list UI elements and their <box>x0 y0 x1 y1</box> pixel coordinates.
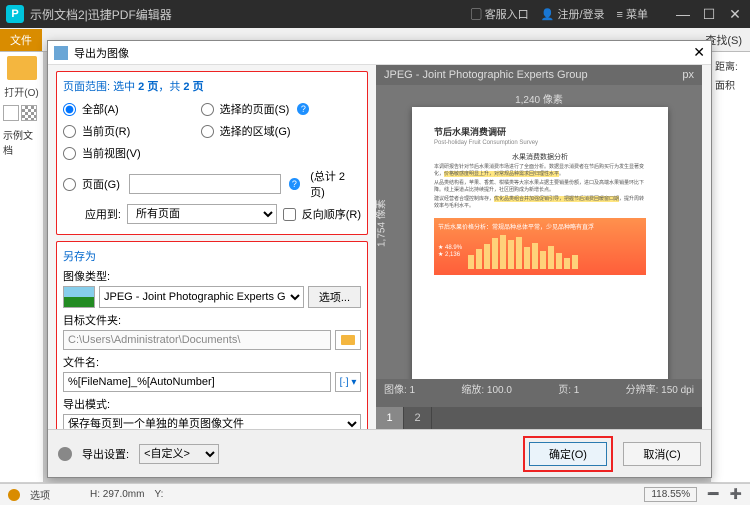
image-type-thumb-icon <box>63 286 95 308</box>
zoom-display[interactable]: 118.55% <box>644 487 697 502</box>
preview-paragraph: 从品类结构看，苹果、香蕉、柑橘类等大宗水果占据主要销量份额，进口及高端水果销量环… <box>434 180 646 194</box>
preview-bar-chart <box>468 233 578 269</box>
range-view-label: 当前视图(V) <box>82 145 141 161</box>
filename-input[interactable] <box>63 372 331 392</box>
range-pages-radio[interactable] <box>63 178 76 191</box>
status-y: Y: <box>154 489 163 500</box>
image-type-label: 图像类型: <box>63 268 361 284</box>
range-current-label: 当前页(R) <box>82 123 130 139</box>
range-all-radio[interactable] <box>63 103 76 116</box>
document-tab-label[interactable]: 示例文档 <box>3 127 40 157</box>
preview-image-index: 图像: 1 <box>384 381 415 405</box>
zoom-in-icon[interactable]: ➕ <box>730 489 742 500</box>
preview-zoom-level: 缩放: 100.0 <box>461 381 512 405</box>
ok-button[interactable]: 确定(O) <box>529 442 607 466</box>
minimize-button[interactable]: — <box>674 6 692 23</box>
filename-label: 文件名: <box>63 354 361 370</box>
preview-paragraph: 建议经营者合理控制库存，优化品类组合并加强促销引导，把握节后消费回暖窗口期，提升… <box>434 196 646 210</box>
target-folder-label: 目标文件夹: <box>63 312 361 328</box>
preview-doc-title: 节后水果消费调研 <box>434 125 646 138</box>
app-title: 示例文档2|迅捷PDF编辑器 <box>30 6 471 23</box>
apply-to-label: 应用到: <box>63 206 121 222</box>
page-range-group: 页面范围: 选中 2 页，共 2 页 全部(A) 当前页(R) 当前视图(V) … <box>56 71 368 235</box>
preview-height-label: 1,754 像素 <box>373 199 388 247</box>
preview-banner: 节后水果价格分析：常规品种总体平常，少见品种略有直浮 ★ 48.9% ★ 2,1… <box>434 218 646 275</box>
maximize-button[interactable]: ☐ <box>700 6 718 23</box>
zoom-out-icon[interactable]: ➖ <box>707 489 719 500</box>
customer-service-link[interactable]: ▢ 客服入口 <box>471 6 529 22</box>
range-current-radio[interactable] <box>63 125 76 138</box>
tool-icon-1[interactable] <box>3 105 19 121</box>
close-window-button[interactable]: ✕ <box>726 6 744 23</box>
preview-resolution: 分辨率: 150 dpi <box>626 381 694 405</box>
folder-icon <box>341 335 355 345</box>
export-mode-select[interactable]: 保存每页到一个单独的单页图像文件 <box>63 414 361 429</box>
preview-section-heading: 水果消费数据分析 <box>434 152 646 162</box>
menu-link[interactable]: ≡ 菜单 <box>617 6 648 22</box>
area-label: 面积 <box>711 75 750 94</box>
login-link[interactable]: 👤 注册/登录 <box>541 6 605 22</box>
dialog-title: 导出为图像 <box>74 45 693 61</box>
image-type-select[interactable]: JPEG - Joint Photographic Experts G <box>99 286 304 308</box>
filename-macro-button[interactable]: [·] ▾ <box>335 372 361 392</box>
preview-panel: JPEG - Joint Photographic Experts Group … <box>376 65 702 429</box>
preview-tab-1[interactable]: 1 <box>376 407 404 429</box>
app-logo: P <box>6 5 24 23</box>
page-range-heading: 页面范围: 选中 2 页，共 2 页 <box>63 78 361 94</box>
settings-icon[interactable] <box>8 489 20 501</box>
export-image-dialog: 导出为图像 ✕ 页面范围: 选中 2 页，共 2 页 全部(A) 当前页(R) … <box>47 40 712 478</box>
browse-folder-button[interactable] <box>335 330 361 350</box>
reverse-order-checkbox[interactable] <box>283 208 296 221</box>
apply-to-select[interactable]: 所有页面 <box>127 204 277 224</box>
pages-input[interactable] <box>129 174 281 194</box>
range-view-radio[interactable] <box>63 147 76 160</box>
reverse-order-label: 反向顺序(R) <box>302 206 361 222</box>
total-pages-label: (总计 2 页) <box>310 168 361 200</box>
preview-format-label: JPEG - Joint Photographic Experts Group <box>384 69 588 81</box>
preview-width-label: 1,240 像素 <box>376 91 702 106</box>
open-folder-icon[interactable] <box>7 56 37 80</box>
preview-unit-label: px <box>682 69 694 81</box>
dialog-close-button[interactable]: ✕ <box>693 44 705 61</box>
range-pages-label: 页面(G) <box>82 176 123 192</box>
preview-page: 节后水果消费调研 Post-holiday Fruit Consumption … <box>412 107 668 395</box>
image-options-button[interactable]: 选项... <box>308 286 361 308</box>
preview-page-index: 页: 1 <box>558 381 579 405</box>
preview-paragraph: 本调研报告针对节后水果消费市场进行了全面分析。数据显示消费者在节后购买行为发生显… <box>434 164 646 178</box>
range-selected-area-label: 选择的区域(G) <box>220 123 291 139</box>
save-as-heading: 另存为 <box>63 248 361 264</box>
range-selected-pages-radio[interactable] <box>201 103 214 116</box>
help-icon-2[interactable]: ? <box>289 178 301 190</box>
preview-doc-subtitle: Post-holiday Fruit Consumption Survey <box>434 140 646 146</box>
gear-icon <box>58 447 72 461</box>
save-as-group: 另存为 图像类型: JPEG - Joint Photographic Expe… <box>56 241 368 429</box>
export-settings-label: 导出设置: <box>82 446 129 462</box>
options-label[interactable]: 选项 <box>30 487 50 502</box>
range-selected-pages-label: 选择的页面(S) <box>220 101 290 117</box>
range-all-label: 全部(A) <box>82 101 119 117</box>
tool-icon-2[interactable] <box>21 105 37 121</box>
target-folder-input[interactable] <box>63 330 331 350</box>
file-menu-button[interactable]: 文件 <box>0 29 42 51</box>
status-height: H: 297.0mm <box>90 489 144 500</box>
dialog-icon <box>54 46 68 60</box>
preview-tab-2[interactable]: 2 <box>404 407 432 429</box>
distance-label: 距离: <box>711 56 750 75</box>
export-settings-select[interactable]: <自定义> <box>139 444 219 464</box>
cancel-button[interactable]: 取消(C) <box>623 442 701 466</box>
range-selected-area-radio[interactable] <box>201 125 214 138</box>
help-icon[interactable]: ? <box>297 103 309 115</box>
export-mode-label: 导出模式: <box>63 396 361 412</box>
open-label: 打开(O) <box>0 84 43 99</box>
